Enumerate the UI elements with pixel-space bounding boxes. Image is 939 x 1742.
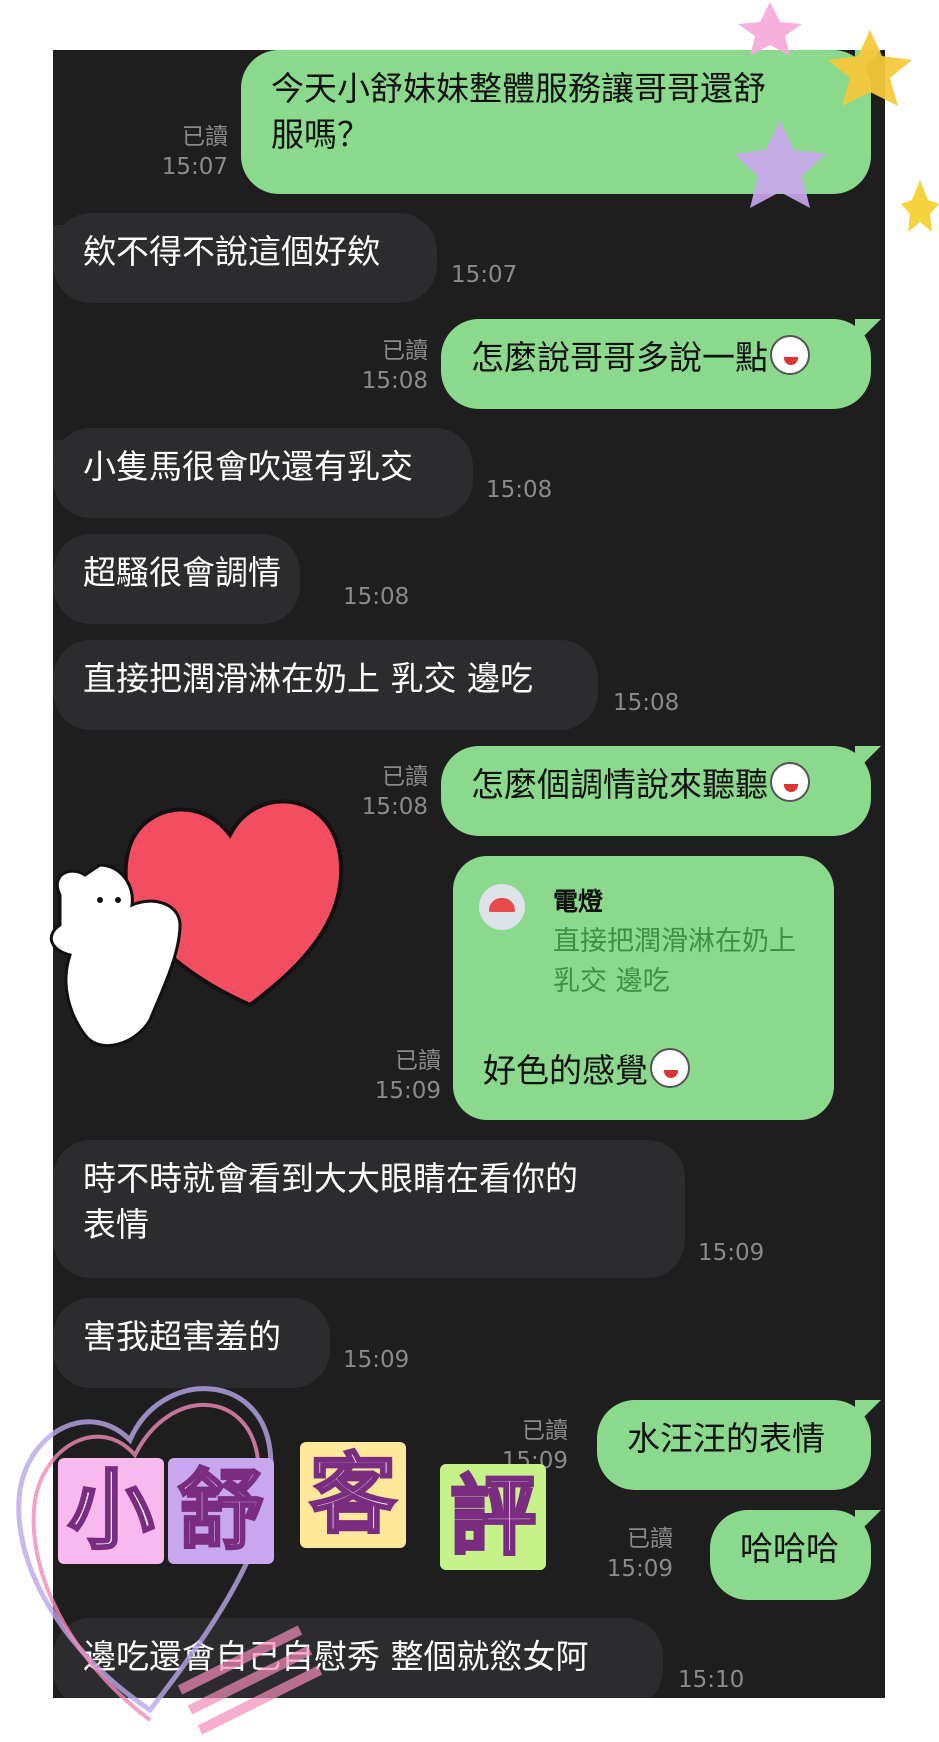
read-receipt: 已讀 15:08 — [361, 764, 428, 820]
message-time: 15:08 — [486, 477, 553, 503]
title-stamp: 小 — [58, 1458, 164, 1564]
received-message[interactable]: 時不時就會看到大大眼睛在看你的 表情 — [53, 1140, 685, 1278]
title-stamp: 評 — [440, 1464, 546, 1570]
title-stamp: 舒 — [168, 1458, 274, 1564]
lamp-avatar-icon — [479, 884, 525, 930]
sent-message[interactable]: 水汪汪的表情 — [597, 1400, 871, 1490]
message-time: 15:09 — [698, 1240, 765, 1266]
message-time: 15:08 — [613, 690, 680, 716]
rabbit-face-sticker-icon — [770, 762, 810, 802]
quoted-sender: 電燈 — [553, 887, 604, 916]
star-stickers-icon — [734, 2, 939, 232]
message-time: 15:10 — [678, 1667, 745, 1693]
reply-text: 好色的感覺 — [483, 1044, 690, 1092]
read-receipt: 已讀 15:07 — [161, 124, 228, 180]
sent-message[interactable]: 怎麼說哥哥多說一點 — [441, 319, 871, 409]
sent-message[interactable]: 哈哈哈 — [710, 1510, 871, 1600]
blushing-face-sticker-icon — [770, 335, 810, 375]
received-message[interactable]: 欸不得不說這個好欸 — [53, 213, 437, 303]
received-message[interactable]: 小隻馬很會吹還有乳交 — [53, 428, 473, 518]
read-receipt: 已讀 15:09 — [374, 1048, 441, 1104]
quoted-text: 直接把潤滑淋在奶上 乳交 邊吃 — [553, 926, 796, 997]
cat-heart-sticker-icon — [49, 799, 344, 1048]
message-text: 怎麼個調情說來聽聽 — [471, 765, 768, 804]
received-message[interactable]: 直接把潤滑淋在奶上 乳交 邊吃 — [53, 640, 598, 730]
read-receipt: 已讀 15:09 — [606, 1526, 673, 1582]
message-text: 好色的感覺 — [483, 1051, 648, 1090]
sent-message[interactable]: 怎麼個調情說來聽聽 — [441, 746, 871, 836]
title-stamp: 客 — [300, 1442, 406, 1548]
message-text: 怎麼說哥哥多說一點 — [471, 338, 768, 377]
message-time: 15:07 — [451, 262, 518, 288]
message-time: 15:09 — [343, 1347, 410, 1373]
laughing-face-sticker-icon — [650, 1048, 690, 1088]
reply-message[interactable]: 電燈 直接把潤滑淋在奶上 乳交 邊吃 好色的感覺 — [453, 856, 834, 1120]
received-message[interactable]: 超騷很會調情 — [53, 534, 300, 624]
scribble-heart-icon — [16, 1386, 323, 1735]
message-time: 15:08 — [343, 584, 410, 610]
read-receipt: 已讀 15:08 — [361, 338, 428, 394]
